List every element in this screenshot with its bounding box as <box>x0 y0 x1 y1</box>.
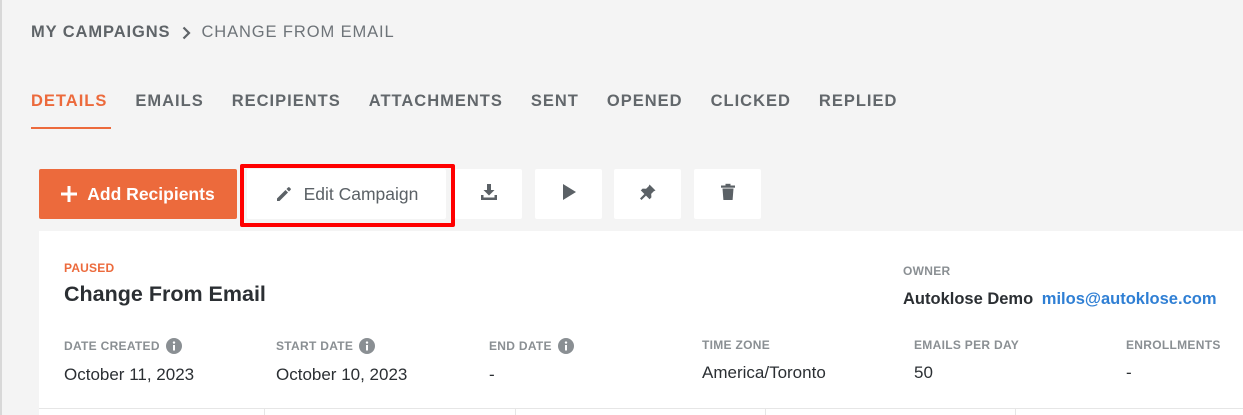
pin-icon <box>639 183 657 206</box>
info-icon[interactable] <box>359 338 376 354</box>
resume-campaign-button[interactable] <box>535 169 602 219</box>
field-date-created: DATE CREATED October 11, 2023 <box>64 338 194 385</box>
field-value: 50 <box>914 363 933 382</box>
campaign-page: MY CAMPAIGNS CHANGE FROM EMAIL DETAILS E… <box>0 0 1243 415</box>
field-value: October 11, 2023 <box>64 365 195 384</box>
field-label: END DATE <box>489 339 552 353</box>
tab-attachments[interactable]: ATTACHMENTS <box>369 92 503 129</box>
field-label: DATE CREATED <box>64 339 160 353</box>
breadcrumb-my-campaigns[interactable]: MY CAMPAIGNS <box>31 23 170 42</box>
field-value: - <box>489 365 495 384</box>
pin-button[interactable] <box>614 169 681 219</box>
breadcrumb-current: CHANGE FROM EMAIL <box>201 23 395 41</box>
field-end-date: END DATE - <box>489 338 574 385</box>
trash-icon <box>720 183 736 206</box>
field-label: START DATE <box>276 339 354 353</box>
info-icon[interactable] <box>557 338 574 354</box>
field-emails-per-day: EMAILS PER DAY 50 <box>914 338 1019 383</box>
info-icon[interactable] <box>165 338 182 354</box>
field-enrollments: ENROLLMENTS - <box>1126 338 1221 383</box>
pencil-icon <box>275 185 293 203</box>
owner-name: Autoklose Demo <box>903 290 1034 308</box>
tab-recipients[interactable]: RECIPIENTS <box>232 92 341 129</box>
field-label: TIME ZONE <box>702 338 771 352</box>
field-start-date: START DATE October 10, 2023 <box>276 338 407 385</box>
left-divider <box>0 0 2 415</box>
status-badge: PAUSED <box>64 261 115 275</box>
owner-email-link[interactable]: milos@autoklose.com <box>1042 290 1217 308</box>
tab-details[interactable]: DETAILS <box>31 92 112 129</box>
field-value: - <box>1126 363 1132 382</box>
column-divider <box>765 408 766 415</box>
field-value: October 10, 2023 <box>276 365 408 384</box>
delete-button[interactable] <box>694 169 761 219</box>
tab-emails[interactable]: EMAILS <box>135 92 203 129</box>
tab-sent[interactable]: SENT <box>531 92 579 129</box>
owner-value: Autoklose Demo milos@autoklose.com <box>903 290 1217 309</box>
column-divider <box>1015 408 1016 415</box>
field-label: EMAILS PER DAY <box>914 338 1020 352</box>
campaign-tabs: DETAILS EMAILS RECIPIENTS ATTACHMENTS SE… <box>31 92 925 129</box>
owner-label: OWNER <box>903 264 951 278</box>
field-value: America/Toronto <box>702 363 826 382</box>
field-label: ENROLLMENTS <box>1126 338 1221 352</box>
breadcrumb: MY CAMPAIGNS CHANGE FROM EMAIL <box>31 23 395 42</box>
chevron-right-icon <box>182 26 192 40</box>
download-icon <box>480 183 498 206</box>
campaign-details-card: PAUSED Change From Email OWNER Autoklose… <box>39 231 1243 415</box>
column-divider <box>264 408 265 415</box>
add-recipients-button[interactable]: Add Recipients <box>39 169 237 219</box>
card-divider <box>39 408 1243 409</box>
plus-icon <box>61 186 78 202</box>
tab-opened[interactable]: OPENED <box>607 92 683 129</box>
field-time-zone: TIME ZONE America/Toronto <box>702 338 826 383</box>
edit-campaign-label: Edit Campaign <box>303 183 419 204</box>
tab-clicked[interactable]: CLICKED <box>711 92 791 129</box>
column-divider <box>515 408 516 415</box>
add-recipients-label: Add Recipients <box>87 183 215 204</box>
campaign-title: Change From Email <box>64 282 266 306</box>
edit-campaign-button[interactable]: Edit Campaign <box>247 169 446 219</box>
play-icon <box>561 183 577 206</box>
tab-replied[interactable]: REPLIED <box>819 92 898 129</box>
download-button[interactable] <box>455 169 522 219</box>
